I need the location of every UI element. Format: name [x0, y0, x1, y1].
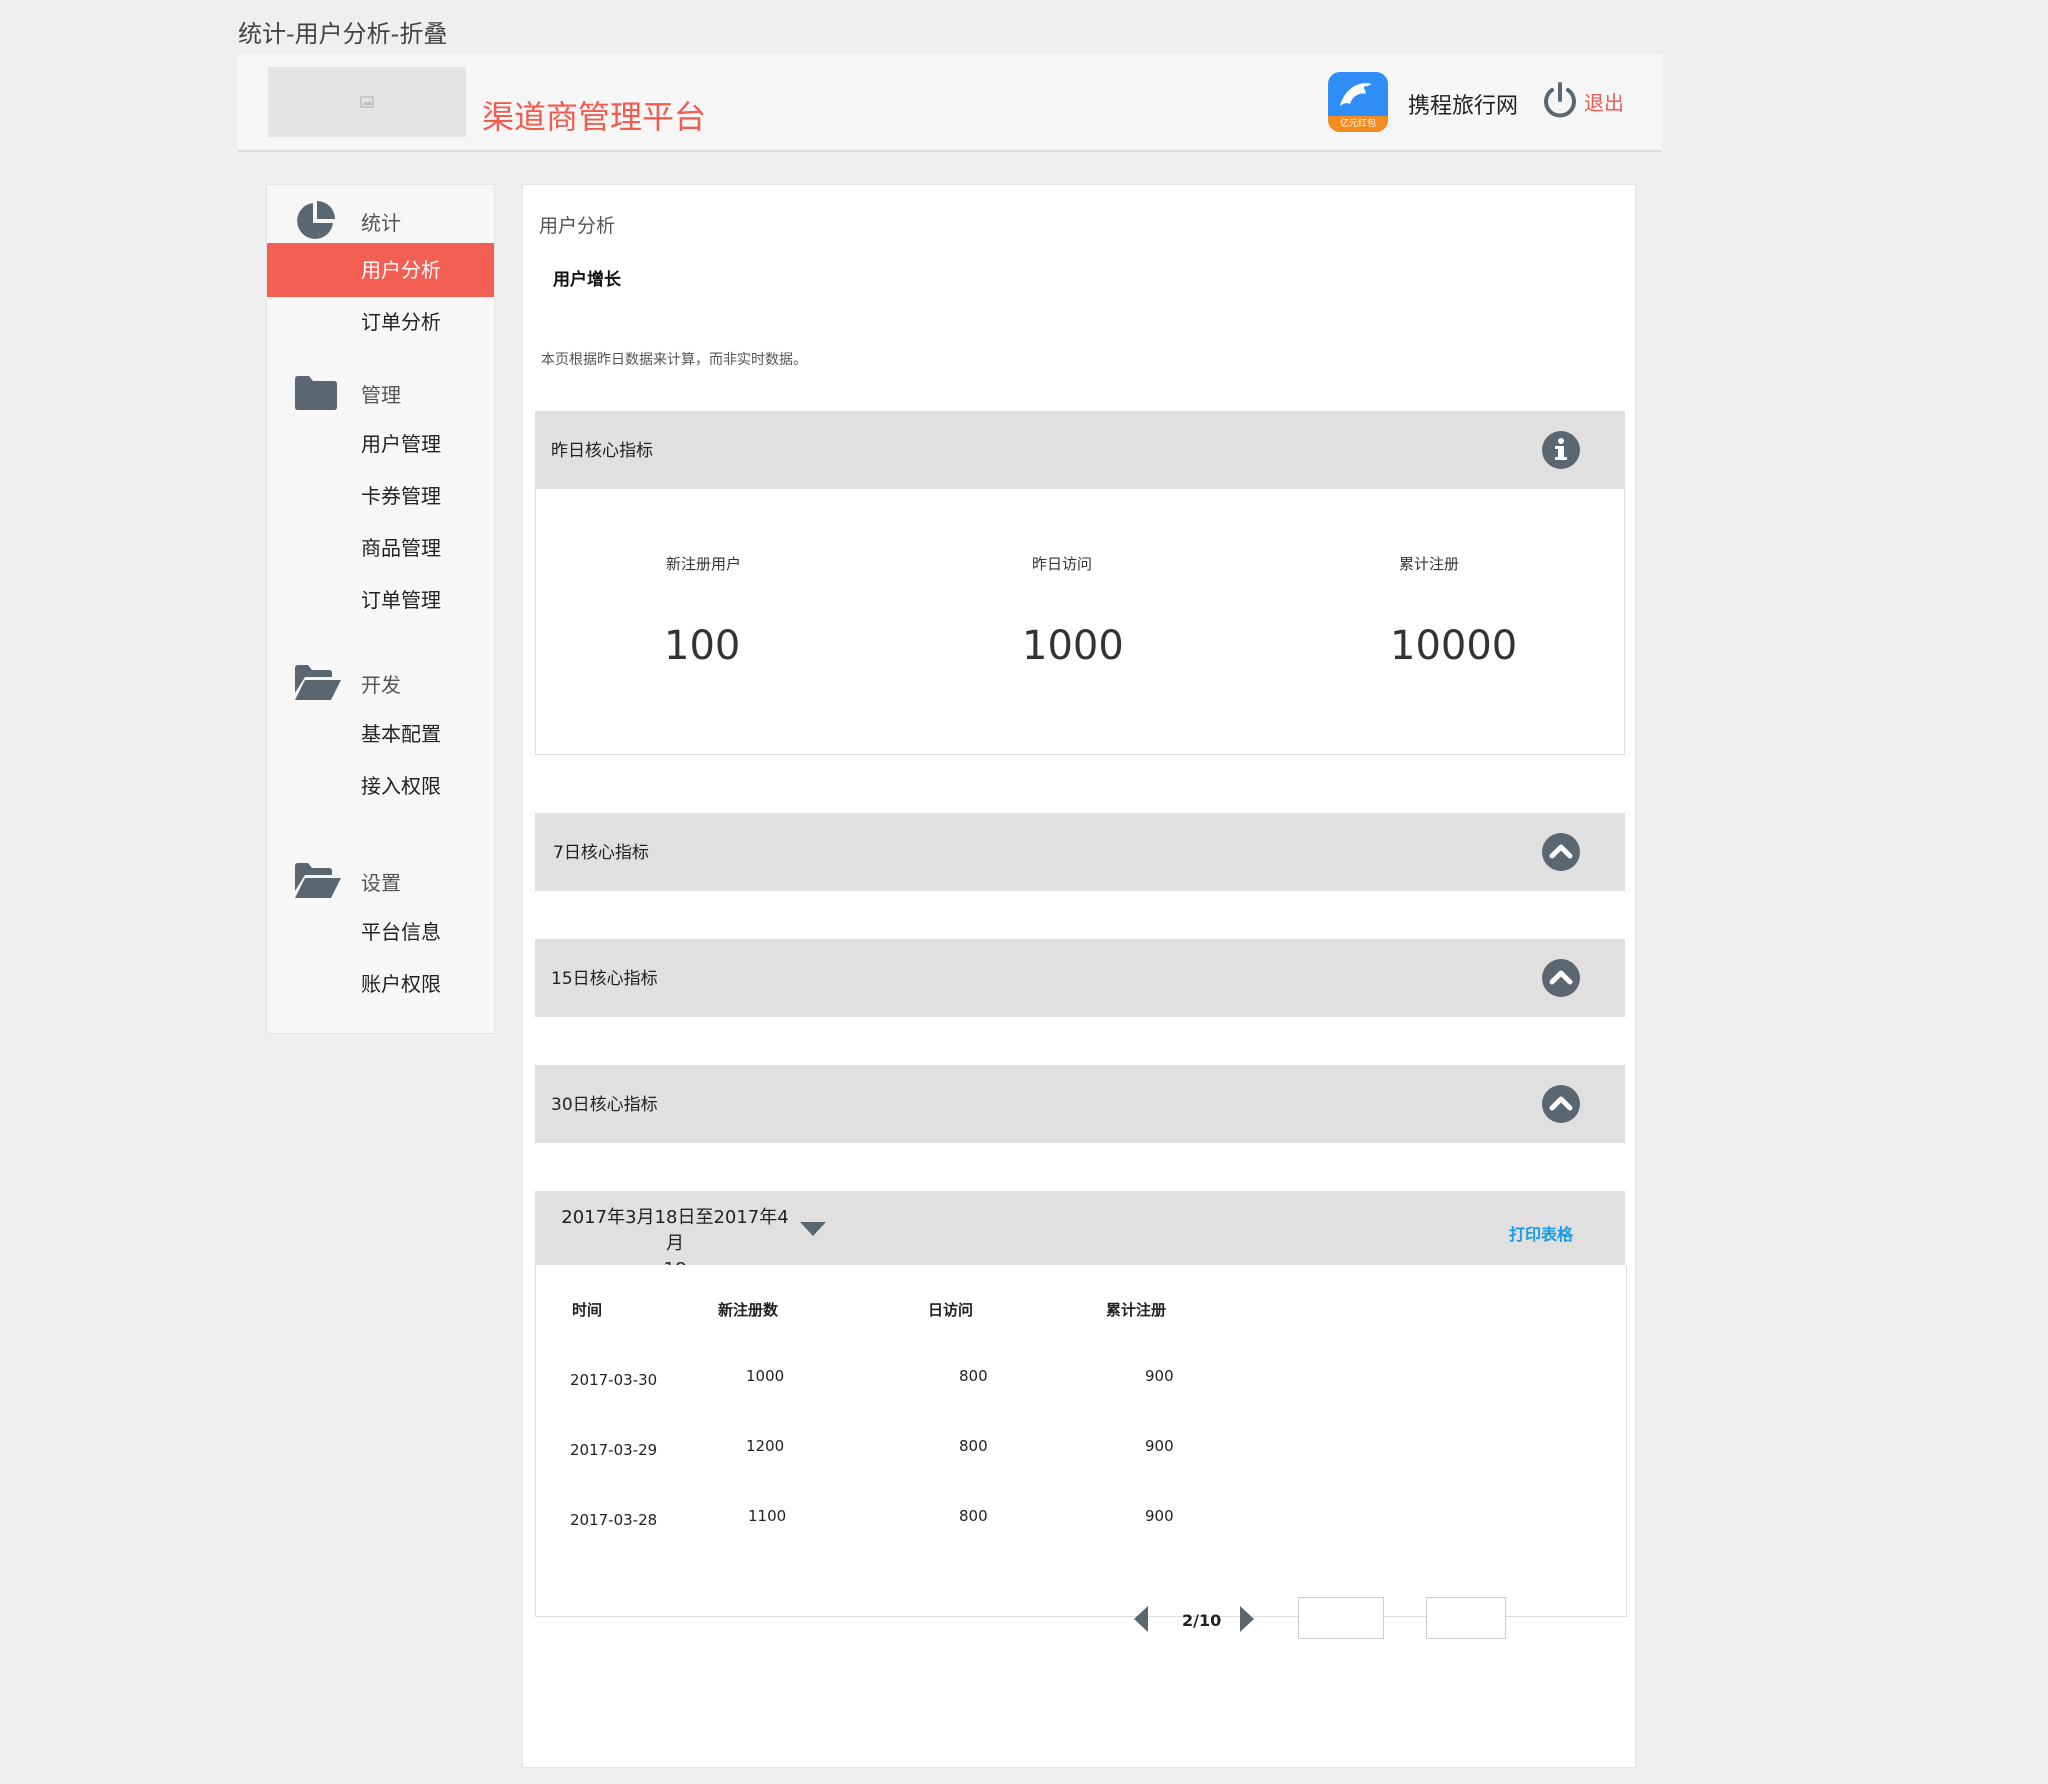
- app-header: 渠道商管理平台 亿元红包 携程旅行网 退出: [238, 54, 1662, 152]
- table-header: 累计注册: [1106, 1301, 1167, 1319]
- brand-title: 渠道商管理平台: [482, 98, 707, 136]
- table-header: 日访问: [928, 1301, 974, 1319]
- section-title: 15日核心指标: [551, 969, 658, 989]
- tab-user-growth[interactable]: 用户增长: [553, 265, 621, 290]
- page-size-input[interactable]: [1426, 1597, 1506, 1639]
- table-cell: 900: [1145, 1507, 1174, 1525]
- sidebar-item-user-analysis[interactable]: 用户分析: [267, 243, 494, 297]
- metric-value: 1000: [1022, 623, 1124, 669]
- table-cell: 900: [1145, 1367, 1174, 1385]
- table-cell: 2017-03-30: [570, 1371, 658, 1389]
- chevron-up-icon[interactable]: [1541, 832, 1581, 872]
- sidebar-item-access-permission[interactable]: 接入权限: [267, 759, 494, 813]
- metric-label: 累计注册: [1399, 555, 1460, 573]
- section-title: 7日核心指标: [553, 843, 649, 863]
- sidebar-group-manage[interactable]: 管理: [267, 369, 494, 417]
- chevron-up-icon[interactable]: [1541, 958, 1581, 998]
- dolphin-icon: [1340, 83, 1372, 106]
- section-title: 30日核心指标: [551, 1095, 658, 1115]
- sidebar-group-label: 统计: [361, 210, 401, 235]
- table-cell: 2017-03-29: [570, 1441, 658, 1459]
- logout-button[interactable]: 退出: [1540, 80, 1624, 122]
- metric-value: 10000: [1390, 623, 1518, 669]
- sidebar-item-basic-config[interactable]: 基本配置: [267, 707, 494, 761]
- table-cell: 800: [959, 1367, 988, 1385]
- table-toolbar: 2017年3月18日至2017年4月 18 打印表格: [535, 1191, 1625, 1280]
- yesterday-metrics: 新注册用户 100 昨日访问 1000 累计注册 10000: [535, 489, 1625, 755]
- chevron-up-icon[interactable]: [1541, 1084, 1581, 1124]
- user-name: 携程旅行网: [1408, 94, 1519, 119]
- main-panel: 用户分析 用户增长 本页根据昨日数据来计算，而非实时数据。 昨日核心指标 新注册…: [522, 184, 1636, 1768]
- page-indicator: 2/10: [1182, 1611, 1222, 1630]
- page-caption: 统计-用户分析-折叠: [238, 20, 448, 48]
- sidebar-group-develop[interactable]: 开发: [267, 659, 494, 707]
- sidebar-group-label: 设置: [361, 870, 401, 895]
- sidebar: 统计 用户分析 订单分析 管理 用户管理 卡券管理 商品管理 订单管理 开发 基…: [266, 184, 495, 1034]
- data-table: 时间 新注册数 日访问 累计注册 2017-03-30 1000 800 900…: [535, 1265, 1627, 1639]
- sidebar-item-order-manage[interactable]: 订单管理: [267, 573, 494, 627]
- sidebar-group-label: 管理: [361, 382, 401, 407]
- folder-icon: [295, 376, 337, 410]
- metric-label: 昨日访问: [1032, 555, 1093, 573]
- table-cell: 1000: [746, 1367, 785, 1385]
- data-note: 本页根据昨日数据来计算，而非实时数据。: [541, 352, 807, 368]
- pie-chart-icon: [297, 201, 335, 239]
- table-cell: 2017-03-28: [570, 1511, 658, 1529]
- image-icon: [360, 96, 374, 108]
- caret-down-icon[interactable]: [799, 1221, 827, 1237]
- section-7day[interactable]: 7日核心指标: [535, 813, 1625, 891]
- folder-open-icon: [295, 665, 341, 700]
- section-title: 昨日核心指标: [551, 441, 653, 461]
- sidebar-group-label: 开发: [361, 672, 401, 697]
- sidebar-item-platform-info[interactable]: 平台信息: [267, 905, 494, 959]
- table-cell: 800: [959, 1437, 988, 1455]
- date-range-line: 2017年3月18日至2017年4月: [561, 1207, 789, 1254]
- power-icon: [1544, 82, 1576, 118]
- sidebar-item-account-permission[interactable]: 账户权限: [267, 957, 494, 1011]
- sidebar-item-order-analysis[interactable]: 订单分析: [267, 295, 494, 349]
- info-icon[interactable]: [1541, 430, 1581, 470]
- logout-label: 退出: [1584, 90, 1624, 115]
- section-yesterday[interactable]: 昨日核心指标: [535, 411, 1625, 489]
- folder-open-icon: [295, 863, 341, 898]
- sidebar-item-user-manage[interactable]: 用户管理: [267, 417, 494, 471]
- table-header: 时间: [572, 1301, 603, 1319]
- app-logo-band: 亿元红包: [1328, 116, 1388, 132]
- page-title: 用户分析: [539, 215, 616, 237]
- table-cell: 1100: [748, 1507, 787, 1525]
- next-page-icon[interactable]: [1238, 1605, 1256, 1633]
- page-jump-input[interactable]: [1298, 1597, 1384, 1639]
- table-cell: 800: [959, 1507, 988, 1525]
- sidebar-group-stats[interactable]: 统计: [267, 197, 494, 245]
- print-table-link[interactable]: 打印表格: [1509, 1221, 1573, 1245]
- prev-page-icon[interactable]: [1132, 1605, 1150, 1633]
- sidebar-item-coupon-manage[interactable]: 卡券管理: [267, 469, 494, 523]
- app-logo-icon: 亿元红包: [1328, 72, 1388, 132]
- sidebar-item-product-manage[interactable]: 商品管理: [267, 521, 494, 575]
- sidebar-group-settings[interactable]: 设置: [267, 857, 494, 905]
- metric-label: 新注册用户: [666, 555, 742, 573]
- metric-value: 100: [664, 623, 741, 669]
- section-15day[interactable]: 15日核心指标: [535, 939, 1625, 1017]
- table-cell: 900: [1145, 1437, 1174, 1455]
- table-header: 新注册数: [718, 1301, 779, 1319]
- logo-placeholder: [268, 67, 466, 137]
- section-30day[interactable]: 30日核心指标: [535, 1065, 1625, 1143]
- table-cell: 1200: [746, 1437, 785, 1455]
